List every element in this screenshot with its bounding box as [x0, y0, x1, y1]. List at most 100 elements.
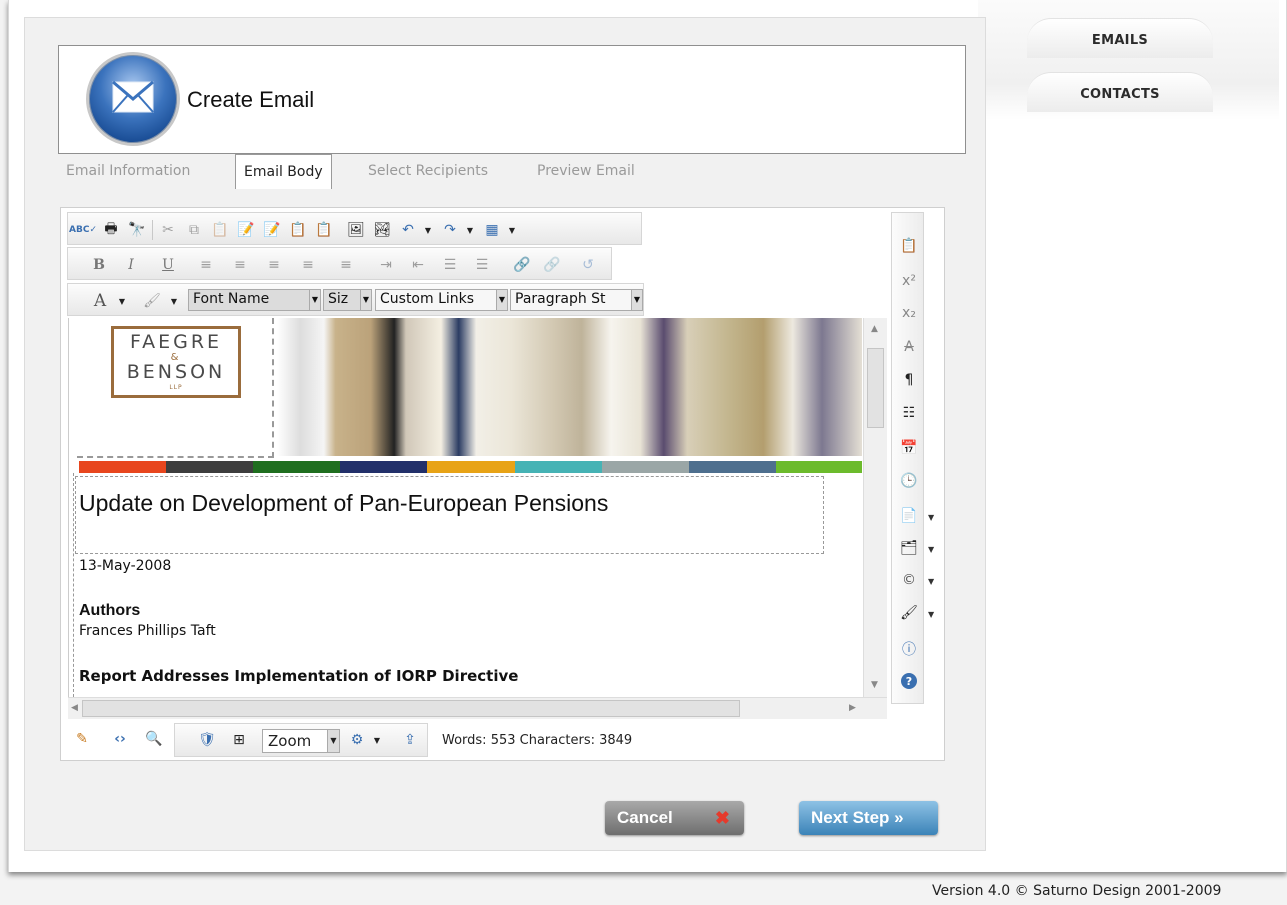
spellcheck-icon[interactable]: ABC✓ — [69, 220, 97, 240]
insert-paragraph-icon[interactable]: ¶ — [898, 369, 920, 391]
bold-button[interactable]: B — [89, 255, 109, 275]
html-mode-icon[interactable]: ‹› — [110, 729, 130, 749]
undo-dropdown-icon[interactable]: ▼ — [418, 220, 438, 240]
scroll-right-icon[interactable]: ▶ — [849, 703, 856, 713]
color-stripe-segment — [340, 461, 428, 473]
zoom-select[interactable]: Zoom ▼ — [262, 729, 340, 753]
superscript-icon[interactable]: x² — [898, 270, 920, 292]
justify-icon[interactable]: ≡ — [298, 255, 318, 275]
color-stripe-segment — [514, 461, 602, 473]
insert-list-icon[interactable]: ☷ — [898, 402, 920, 424]
books-banner-image — [277, 318, 862, 456]
format-dropdown-icon[interactable]: ▼ — [928, 610, 934, 619]
hyperlink-icon[interactable]: 🔗 — [512, 255, 532, 275]
design-mode-icon[interactable]: ✎ — [72, 729, 92, 749]
table-icon[interactable]: ▦ — [482, 220, 502, 240]
paragraph-style-select[interactable]: Paragraph St ▼ — [510, 289, 643, 311]
insert-image-icon[interactable]: 🏞 — [372, 220, 392, 240]
redo-dropdown-icon[interactable]: ▼ — [460, 220, 480, 240]
dom-inspector-icon[interactable]: ⚙ — [347, 730, 367, 750]
color-stripe-segment — [253, 461, 341, 473]
image-manager-icon[interactable]: 🖼 — [346, 220, 366, 240]
toggle-screen-icon[interactable]: ⊞ — [229, 730, 249, 750]
copyright-icon[interactable]: © — [898, 569, 920, 591]
step-preview-email[interactable]: Preview Email — [537, 163, 635, 179]
outdent-icon[interactable]: ⇤ — [408, 255, 428, 275]
help-icon[interactable]: ? — [901, 673, 917, 689]
tag-inspector-icon[interactable]: ⇪ — [400, 730, 420, 750]
strikethrough-icon[interactable]: A — [898, 336, 920, 358]
vertical-scrollbar[interactable]: ▲ ▼ — [863, 318, 887, 697]
vertical-scroll-thumb[interactable] — [867, 348, 884, 428]
find-icon[interactable]: 🔭 — [127, 220, 147, 240]
font-color-icon[interactable]: A — [90, 291, 110, 311]
next-step-button[interactable]: Next Step » — [799, 801, 938, 835]
tab-contacts[interactable]: CONTACTS — [1027, 72, 1213, 112]
preview-mode-icon[interactable]: 🔍 — [144, 729, 164, 749]
symbols-dropdown-icon[interactable]: ▼ — [928, 577, 934, 586]
horizontal-scroll-thumb[interactable] — [82, 700, 740, 717]
paste-special-icon[interactable]: 📋 — [314, 220, 334, 240]
chevron-down-icon: ▼ — [309, 290, 320, 310]
insert-snippet-icon[interactable]: 📄 — [898, 505, 920, 527]
undo-icon[interactable]: ↶ — [398, 220, 418, 240]
paste-as-html-icon[interactable]: 📋 — [288, 220, 308, 240]
document-title: Update on Development of Pan-European Pe… — [79, 490, 609, 516]
editor-content[interactable]: FAEGRE & BENSON LLP Update on Developmen… — [68, 318, 862, 697]
bullet-list-icon[interactable]: ☰ — [472, 255, 492, 275]
paste-from-word-icon[interactable]: 📝 — [236, 220, 256, 240]
module-manager-icon[interactable]: 🛡 — [197, 730, 217, 750]
indent-icon[interactable]: ⇥ — [376, 255, 396, 275]
font-color-dropdown-icon[interactable]: ▼ — [112, 291, 132, 311]
italic-button[interactable]: I — [121, 255, 141, 275]
step-email-information[interactable]: Email Information — [66, 163, 190, 179]
highlight-color-icon[interactable]: 🖌 — [142, 291, 162, 311]
format-stripper-icon[interactable]: ↺ — [578, 255, 598, 275]
toolbar-row-1: ABC✓ 🖶 🔭 ✂ ⧉ 📋 📝 📝 📋 📋 🖼 🏞 ↶ ▼ ↷ ▼ ▦ ▼ — [67, 212, 642, 245]
color-stripe-segment — [601, 461, 689, 473]
highlight-dropdown-icon[interactable]: ▼ — [164, 291, 184, 311]
color-stripe-segment — [427, 461, 515, 473]
tab-emails[interactable]: EMAILS — [1027, 18, 1213, 58]
font-size-select[interactable]: Siz ▼ — [323, 289, 372, 311]
align-center-icon[interactable]: ≡ — [230, 255, 250, 275]
subscript-icon[interactable]: x₂ — [898, 302, 920, 324]
info-icon[interactable]: ⓘ — [898, 638, 920, 660]
print-icon[interactable]: 🖶 — [101, 220, 121, 240]
font-name-select[interactable]: Font Name ▼ — [188, 289, 321, 311]
close-icon: ✖ — [714, 808, 730, 828]
form-dropdown-icon[interactable]: ▼ — [928, 545, 934, 554]
logo-line-2: BENSON — [126, 361, 226, 383]
redo-icon[interactable]: ↷ — [440, 220, 460, 240]
custom-links-select[interactable]: Custom Links ▼ — [375, 289, 508, 311]
format-painter-icon[interactable]: 🖌 — [898, 602, 920, 624]
align-right-icon[interactable]: ≡ — [264, 255, 284, 275]
chevron-down-icon: ▼ — [496, 290, 507, 310]
scroll-up-icon[interactable]: ▲ — [871, 324, 878, 334]
right-toolbar: 📋 x² x₂ A ¶ ☷ 📅 🕒 📄 ▼ 🗂 ▼ © ▼ 🖌 ▼ ⓘ ? — [891, 212, 934, 704]
insert-form-icon[interactable]: 🗂 — [898, 537, 920, 559]
numbered-list-icon[interactable]: ☰ — [440, 255, 460, 275]
scroll-down-icon[interactable]: ▼ — [871, 680, 878, 690]
copy-icon[interactable]: ⧉ — [184, 220, 204, 240]
remove-alignment-icon[interactable]: ≡ — [336, 255, 356, 275]
paste-html-icon[interactable]: 📋 — [898, 235, 920, 257]
remove-link-icon[interactable]: 🔗 — [542, 255, 562, 275]
scroll-left-icon[interactable]: ◀ — [71, 703, 78, 713]
cut-icon[interactable]: ✂ — [158, 220, 178, 240]
insert-date-icon[interactable]: 📅 — [898, 437, 920, 459]
cancel-button[interactable]: Cancel ✖ — [605, 801, 744, 835]
page-header: Create Email — [58, 45, 966, 154]
inspector-dropdown-icon[interactable]: ▼ — [367, 730, 387, 750]
paste-plain-text-icon[interactable]: 📝 — [262, 220, 282, 240]
insert-time-icon[interactable]: 🕒 — [898, 470, 920, 492]
toolbar-row-3: A ▼ 🖌 ▼ Font Name ▼ Siz ▼ Custom Links ▼ Pa… — [67, 283, 644, 316]
step-select-recipients[interactable]: Select Recipients — [368, 163, 488, 179]
step-email-body[interactable]: Email Body — [235, 154, 332, 189]
snippet-dropdown-icon[interactable]: ▼ — [928, 513, 934, 522]
table-dropdown-icon[interactable]: ▼ — [502, 220, 522, 240]
underline-button[interactable]: U — [158, 255, 178, 275]
paste-icon[interactable]: 📋 — [210, 220, 230, 240]
horizontal-scrollbar[interactable]: ◀ ▶ — [68, 697, 887, 719]
align-left-icon[interactable]: ≡ — [196, 255, 216, 275]
